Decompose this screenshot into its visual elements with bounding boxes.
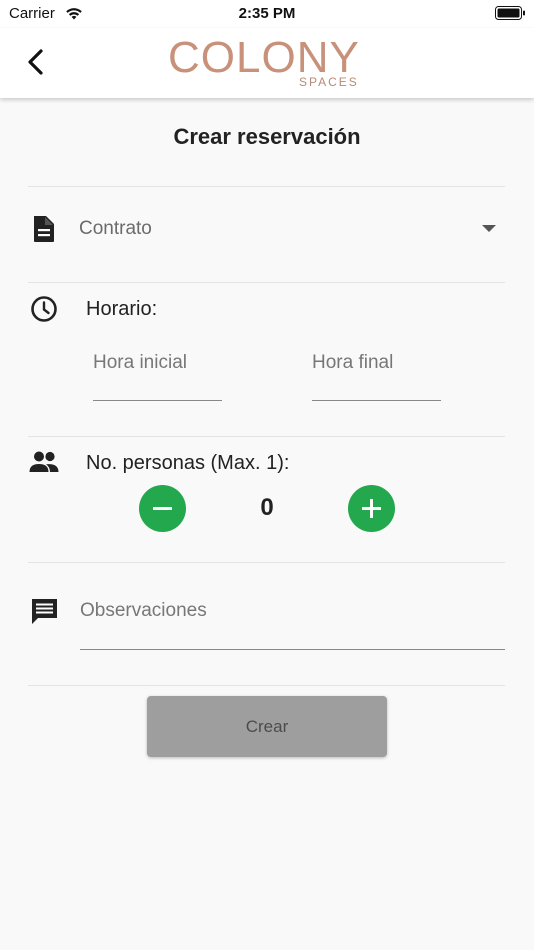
observations-placeholder: Observaciones <box>80 600 207 621</box>
increment-button[interactable] <box>348 485 395 532</box>
people-count: 0 <box>260 494 274 521</box>
start-time-placeholder: Hora inicial <box>93 352 187 373</box>
contract-placeholder: Contrato <box>79 218 152 239</box>
page-title: Crear reservación <box>173 124 361 149</box>
observations-field[interactable]: Observaciones <box>80 592 505 650</box>
start-time-field[interactable]: Hora inicial <box>93 345 222 401</box>
end-time-placeholder: Hora final <box>312 352 394 373</box>
status-bar: Carrier 2:35 PM <box>0 0 534 28</box>
battery-icon <box>495 6 526 26</box>
divider <box>28 186 505 187</box>
end-time-field[interactable]: Hora final <box>312 345 441 401</box>
start-time-underline <box>93 400 222 401</box>
chevron-left-icon <box>28 49 43 75</box>
divider <box>28 282 505 283</box>
people-label: No. personas (Max. 1): <box>86 452 290 474</box>
divider <box>28 685 505 686</box>
people-icon <box>29 451 59 478</box>
logo-subtitle: SPACES <box>299 75 359 89</box>
comment-icon <box>31 598 58 631</box>
observations-underline <box>80 649 505 650</box>
end-time-underline <box>312 400 441 401</box>
decrement-button[interactable] <box>139 485 186 532</box>
clock-time: 2:35 PM <box>238 5 296 22</box>
schedule-label: Horario: <box>86 298 158 320</box>
minus-icon <box>153 507 172 510</box>
clock-icon <box>30 295 58 328</box>
create-button[interactable]: Crear <box>147 696 387 757</box>
dropdown-arrow-icon <box>482 225 496 232</box>
divider <box>28 562 505 563</box>
navigation-bar: COLONY SPACES <box>0 28 534 98</box>
colony-spaces-logo: COLONY SPACES <box>168 34 368 90</box>
back-button[interactable] <box>22 44 52 80</box>
divider <box>28 436 505 437</box>
